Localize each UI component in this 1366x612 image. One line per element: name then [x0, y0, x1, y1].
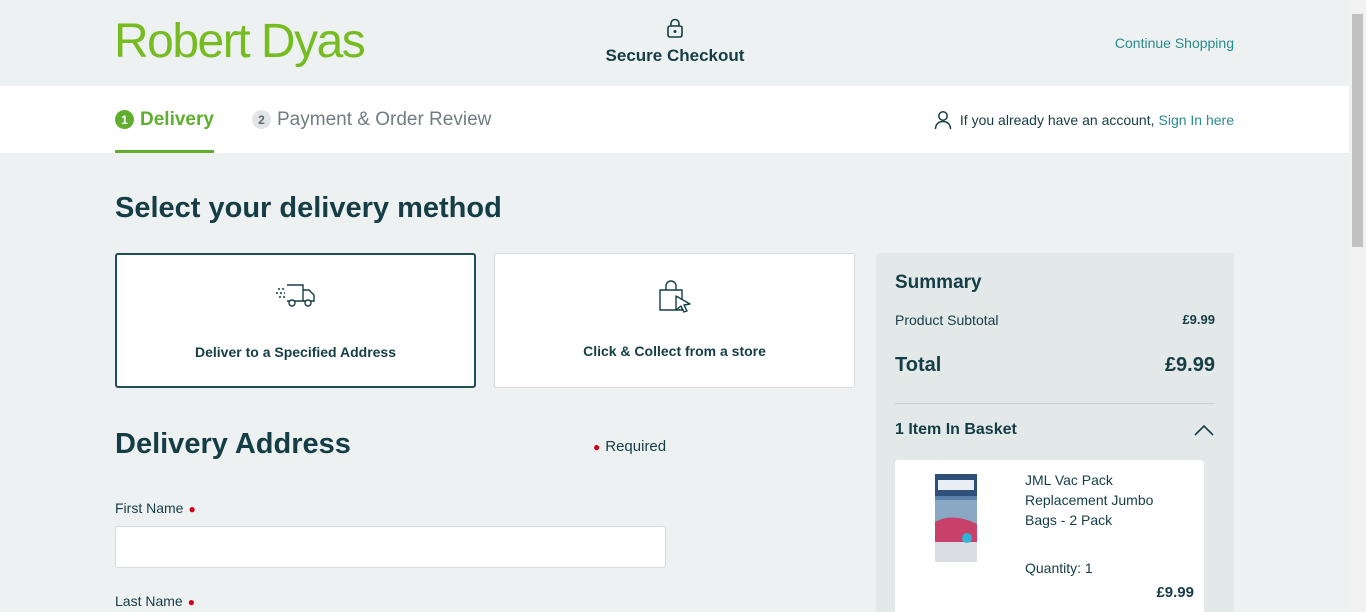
- step-delivery[interactable]: 1 Delivery: [115, 86, 214, 153]
- delivery-address-title: Delivery Address: [115, 428, 351, 460]
- item-price: £9.99: [1156, 584, 1194, 601]
- step-number: 1: [115, 110, 134, 129]
- checkout-steps: 1 Delivery 2 Payment & Order Review If y…: [0, 86, 1349, 153]
- lock-icon: [667, 18, 683, 38]
- product-image[interactable]: [933, 472, 979, 564]
- basket-item: JML Vac Pack Replacement Jumbo Bags - 2 …: [895, 460, 1204, 612]
- required-label: Required: [605, 438, 667, 455]
- shopping-bag-click-icon: [658, 280, 691, 313]
- step-payment[interactable]: 2 Payment & Order Review: [252, 86, 491, 153]
- continue-shopping-link[interactable]: Continue Shopping: [1115, 35, 1234, 51]
- last-name-label-text: Last Name: [115, 593, 183, 609]
- subtotal-value: £9.99: [1182, 312, 1215, 327]
- item-quantity: Quantity: 1: [1025, 560, 1093, 576]
- summary-title: Summary: [895, 272, 982, 293]
- order-summary: Summary Product Subtotal £9.99 Total £9.…: [876, 253, 1234, 612]
- total-row: Total £9.99: [895, 354, 1215, 377]
- required-dot: ●: [187, 595, 195, 609]
- header: Robert Dyas Secure Checkout Continue Sho…: [0, 0, 1349, 86]
- step-number: 2: [252, 110, 271, 129]
- secure-checkout: Secure Checkout: [575, 18, 775, 66]
- first-name-input[interactable]: [115, 526, 666, 568]
- deliver-to-address-option[interactable]: Deliver to a Specified Address: [115, 253, 476, 388]
- method-label: Click & Collect from a store: [583, 343, 766, 359]
- step-label: Delivery: [140, 108, 214, 130]
- click-and-collect-option[interactable]: Click & Collect from a store: [494, 253, 855, 388]
- chevron-up-icon: [1194, 424, 1214, 436]
- last-name-label: Last Name ●: [115, 593, 195, 609]
- total-value: £9.99: [1164, 354, 1215, 376]
- delivery-truck-icon: [275, 284, 315, 307]
- first-name-label-text: First Name: [115, 500, 184, 516]
- user-icon: [934, 111, 952, 130]
- page-scrollbar[interactable]: [1349, 0, 1366, 612]
- first-name-label: First Name ●: [115, 500, 196, 516]
- basket-title: 1 Item In Basket: [895, 421, 1017, 438]
- required-dot: ●: [188, 502, 196, 516]
- item-name[interactable]: JML Vac Pack Replacement Jumbo Bags - 2 …: [1025, 470, 1155, 530]
- basket-toggle[interactable]: 1 Item In Basket: [895, 421, 1215, 439]
- delivery-method-heading: Select your delivery method: [115, 192, 502, 224]
- sign-in-link[interactable]: Sign In here: [1159, 112, 1235, 128]
- subtotal-label: Product Subtotal: [895, 312, 999, 328]
- subtotal-row: Product Subtotal £9.99: [895, 312, 1215, 328]
- method-label: Deliver to a Specified Address: [195, 344, 396, 360]
- account-prompt: If you already have an account, Sign In …: [934, 110, 1234, 130]
- step-label: Payment & Order Review: [277, 108, 492, 130]
- account-prompt-text: If you already have an account,: [959, 112, 1155, 128]
- total-label: Total: [895, 354, 942, 376]
- logo[interactable]: Robert Dyas: [114, 14, 366, 69]
- divider: [895, 403, 1215, 404]
- required-dot: ●: [593, 440, 601, 454]
- required-note: ● Required: [593, 438, 666, 455]
- scrollbar-thumb[interactable]: [1352, 14, 1363, 247]
- secure-checkout-label: Secure Checkout: [605, 46, 745, 65]
